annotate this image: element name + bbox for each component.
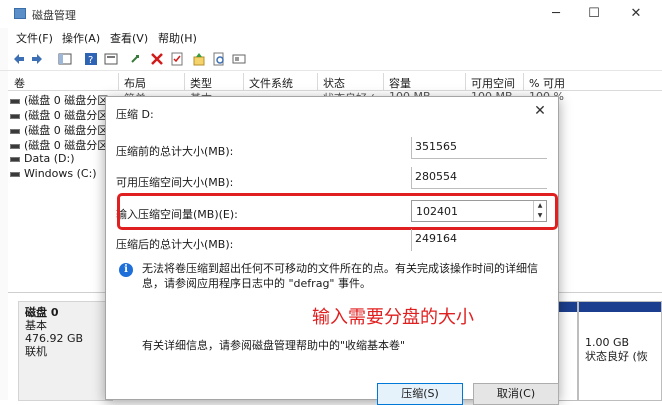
disk-type: 基本 (25, 319, 47, 332)
connect-icon[interactable] (130, 52, 144, 66)
window-title: 磁盘管理 (32, 9, 76, 22)
column-volume[interactable]: 卷 (14, 75, 25, 91)
help-text: 有关详细信息，请参阅磁盘管理帮助中的"收缩基本卷" (142, 339, 406, 352)
window-titlebar: 磁盘管理 ─ ☐ ✕ (0, 0, 662, 28)
total-before-label: 压缩前的总计大小(MB): (116, 145, 234, 158)
info-message: 无法将卷压缩到超出任何不可移动的文件所在的点。有关完成该操作时间的详细信息，请参… (142, 262, 538, 290)
column-divider[interactable] (523, 73, 524, 91)
help-icon[interactable]: ? (84, 52, 98, 66)
shrink-button[interactable]: 压缩(S) (377, 383, 463, 405)
column-type[interactable]: 类型 (190, 75, 212, 91)
column-divider[interactable] (317, 73, 318, 91)
annotation-text: 输入需要分盘的大小 (312, 307, 474, 328)
total-before-value: 351565 (411, 137, 547, 159)
window-close-button[interactable]: ✕ (626, 4, 646, 24)
cancel-button[interactable]: 取消(C) (473, 383, 559, 405)
volume-list-header: 卷 布局 类型 文件系统 状态 容量 可用空间 % 可用 (8, 73, 662, 91)
checklist-icon[interactable] (170, 52, 184, 66)
drive-icon (10, 113, 20, 119)
partition-status: 状态良好 (恢 (585, 350, 648, 363)
shrink-dialog: 压缩 D: ✕ 压缩前的总计大小(MB): 351565 可用压缩空间大小(MB… (105, 96, 559, 405)
available-space-value: 280554 (411, 167, 547, 189)
column-divider[interactable] (184, 73, 185, 91)
column-divider[interactable] (465, 73, 466, 91)
menu-view[interactable]: 查看(V) (110, 30, 148, 46)
drive-icon (10, 171, 20, 177)
table-row[interactable]: Data (D:) (10, 152, 75, 168)
disk-name: 磁盘 0 (25, 306, 59, 319)
highlight-annotation-box (117, 193, 558, 230)
console-tree-icon[interactable] (58, 52, 72, 66)
drive-icon (10, 143, 20, 149)
delete-icon[interactable] (150, 52, 164, 66)
disk-status: 联机 (25, 345, 47, 358)
column-free-space[interactable]: 可用空间 (471, 75, 515, 91)
partition-size: 1.00 GB (585, 336, 630, 349)
column-layout[interactable]: 布局 (124, 75, 146, 91)
column-filesystem[interactable]: 文件系统 (249, 75, 293, 91)
recovery-partition-block[interactable]: 1.00 GB 状态良好 (恢 (578, 301, 662, 401)
search-icon[interactable] (212, 52, 226, 66)
total-after-value: 249164 (411, 229, 547, 251)
minimize-button[interactable]: ─ (546, 4, 566, 24)
volume-name: Windows (C:) (24, 167, 97, 180)
disk-size: 476.92 GB (25, 332, 84, 345)
menu-action[interactable]: 操作(A) (62, 30, 100, 46)
toolbar: ? (0, 47, 662, 71)
settings-icon[interactable] (232, 52, 246, 66)
back-arrow-icon[interactable] (12, 52, 26, 66)
column-status[interactable]: 状态 (323, 75, 345, 91)
menu-help[interactable]: 帮助(H) (158, 30, 197, 46)
left-edge-strip (0, 28, 8, 400)
rescan-icon[interactable] (192, 52, 206, 66)
forward-arrow-icon[interactable] (30, 52, 44, 66)
column-divider[interactable] (383, 73, 384, 91)
drive-icon (10, 98, 20, 104)
dialog-close-button[interactable]: ✕ (530, 101, 550, 121)
menu-bar: 文件(F) 操作(A) 查看(V) 帮助(H) (0, 28, 662, 46)
partition-block[interactable] (556, 301, 578, 401)
properties-icon[interactable] (104, 52, 118, 66)
column-percent-free[interactable]: % 可用 (529, 75, 565, 91)
menu-file[interactable]: 文件(F) (16, 30, 53, 46)
info-icon: i (119, 263, 133, 277)
svg-text:?: ? (88, 55, 93, 66)
column-divider[interactable] (243, 73, 244, 91)
table-row[interactable]: Windows (C:) (10, 167, 97, 183)
dialog-title: 压缩 D: (116, 108, 154, 121)
available-space-label: 可用压缩空间大小(MB): (116, 176, 234, 189)
column-divider[interactable] (118, 73, 119, 91)
disk-0-label[interactable]: 磁盘 0 基本 476.92 GB 联机 (18, 301, 113, 401)
maximize-button[interactable]: ☐ (584, 4, 604, 24)
drive-icon (10, 156, 20, 162)
disk-management-app-icon (14, 8, 26, 19)
volume-name: Data (D:) (24, 152, 75, 165)
drive-icon (10, 128, 20, 134)
column-capacity[interactable]: 容量 (389, 75, 411, 91)
total-after-label: 压缩后的总计大小(MB): (116, 238, 234, 251)
